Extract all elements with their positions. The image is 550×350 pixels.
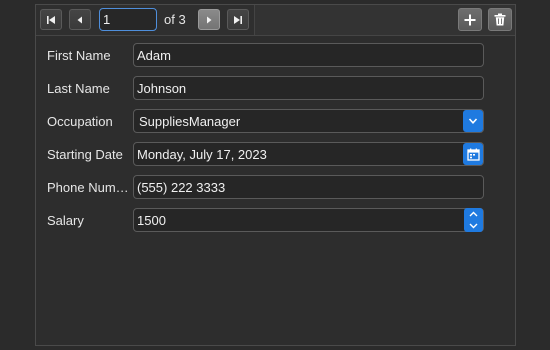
page-number-input[interactable] xyxy=(99,8,157,31)
occupation-dropdown[interactable]: SuppliesManager xyxy=(133,109,484,133)
starting-date-value: Monday, July 17, 2023 xyxy=(137,146,267,162)
last-name-label: Last Name xyxy=(47,81,110,96)
first-name-label: First Name xyxy=(47,48,111,63)
calendar-icon xyxy=(466,148,480,161)
last-name-input[interactable] xyxy=(134,77,483,99)
chevron-up-icon[interactable] xyxy=(469,211,478,217)
phone-number-field[interactable] xyxy=(133,175,484,199)
next-record-icon xyxy=(207,16,212,23)
data-form-panel: of 3 xyxy=(35,4,516,346)
trash-icon xyxy=(494,13,506,26)
occupation-value: SuppliesManager xyxy=(139,113,241,129)
navigator-group: of 3 xyxy=(36,5,255,35)
record-navigator-toolbar: of 3 xyxy=(36,5,515,36)
salary-input[interactable] xyxy=(134,209,464,231)
occupation-label: Occupation xyxy=(47,114,113,129)
last-record-button[interactable] xyxy=(227,9,249,30)
salary-spin-buttons[interactable] xyxy=(464,208,483,232)
salary-spinner[interactable] xyxy=(133,208,484,232)
previous-record-icon xyxy=(77,16,82,23)
delete-record-button[interactable] xyxy=(488,8,512,31)
first-record-button[interactable] xyxy=(40,9,62,30)
first-name-input[interactable] xyxy=(134,44,483,66)
page-count-label: of 3 xyxy=(164,12,186,27)
next-record-button[interactable] xyxy=(198,9,220,30)
calendar-button[interactable] xyxy=(463,143,483,165)
salary-label: Salary xyxy=(47,213,84,228)
starting-date-label: Starting Date xyxy=(47,147,123,162)
last-record-icon xyxy=(234,15,242,24)
add-record-button[interactable] xyxy=(458,8,482,31)
occupation-dropdown-button[interactable] xyxy=(463,110,483,132)
phone-number-label: Phone Number xyxy=(47,180,131,195)
phone-number-input[interactable] xyxy=(134,176,483,198)
previous-record-button[interactable] xyxy=(69,9,91,30)
last-name-field[interactable] xyxy=(133,76,484,100)
plus-icon xyxy=(464,14,476,25)
first-record-icon xyxy=(47,15,55,24)
first-name-field[interactable] xyxy=(133,43,484,67)
starting-date-picker[interactable]: Monday, July 17, 2023 xyxy=(133,142,484,166)
chevron-down-icon xyxy=(468,118,478,124)
chevron-down-icon[interactable] xyxy=(469,223,478,229)
